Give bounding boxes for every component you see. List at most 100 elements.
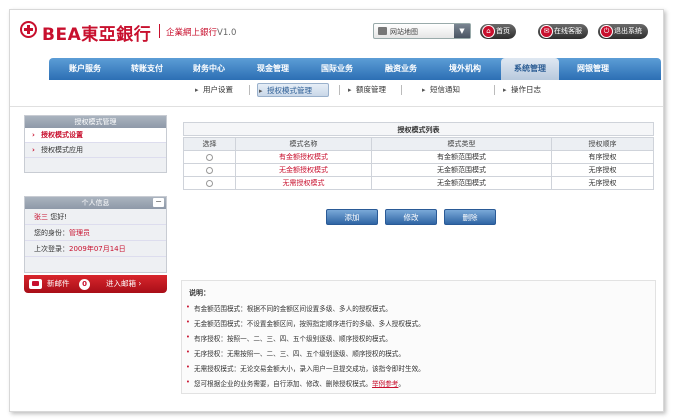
note-text: 。 bbox=[398, 380, 405, 388]
note-item: 无金额范围模式：不设置金额区间，按照指定顺序进行的多级、多人授权模式。 bbox=[186, 318, 425, 328]
auth-mode-table: 选择 模式名称 模式类型 授权顺序 有金额授权模式 有金额范围模式 有序授权 无… bbox=[183, 137, 654, 190]
sidebar-item-auth-apply[interactable]: 授权模式应用 bbox=[25, 143, 166, 158]
chevron-down-icon[interactable]: ▼ bbox=[454, 24, 470, 38]
enter-mailbox-link[interactable]: 进入邮箱 › bbox=[106, 275, 141, 293]
mail-label: 新邮件 bbox=[47, 279, 70, 288]
table-row: 无需授权模式 无金额范围模式 无序授权 bbox=[183, 176, 654, 190]
user-role: 您的身份：管理员 bbox=[25, 225, 166, 241]
select-radio[interactable] bbox=[206, 153, 213, 161]
logout-label: 退出系统 bbox=[614, 27, 642, 35]
mail-count-badge: 0 bbox=[79, 279, 90, 290]
sub-nav: 用户设置 授权模式管理 额度管理 短信通知 操作日志 bbox=[49, 80, 661, 100]
sidebar-menu: 授权模式管理 授权模式设置 授权模式应用 bbox=[24, 115, 167, 173]
table-row: 有金额授权模式 有金额范围模式 有序授权 bbox=[183, 150, 654, 164]
subnav-limit[interactable]: 额度管理 bbox=[347, 83, 386, 97]
greeting-text: 您好! bbox=[50, 213, 68, 221]
subnav-divider bbox=[401, 85, 402, 95]
sidebar-item-auth-setting[interactable]: 授权模式设置 bbox=[25, 128, 166, 143]
nav-item-finance[interactable]: 财务中心 bbox=[181, 58, 237, 80]
table-header-row: 选择 模式名称 模式类型 授权顺序 bbox=[183, 137, 654, 151]
mode-name-cell: 无需授权模式 bbox=[235, 176, 372, 190]
last-login-value: 2009年07月14日 bbox=[69, 245, 126, 253]
notes-panel: 说明： 有金额范围模式：根据不同的金额区间设置多级、多人的授权模式。 无金额范围… bbox=[181, 280, 656, 394]
user-name: 张三 bbox=[34, 213, 48, 221]
home-button[interactable]: ⌂ 首页 bbox=[480, 24, 516, 39]
home-label: 首页 bbox=[496, 27, 510, 35]
online-service-button[interactable]: ✉ 在线客服 bbox=[538, 24, 588, 39]
mode-type-cell: 无金额范围模式 bbox=[371, 163, 552, 177]
mode-name-cell: 无金额授权模式 bbox=[235, 163, 372, 177]
col-header-select: 选择 bbox=[183, 137, 236, 151]
select-radio[interactable] bbox=[206, 166, 213, 174]
sitemap-icon bbox=[378, 27, 387, 35]
col-header-type: 模式类型 bbox=[371, 137, 552, 151]
subnav-user-settings[interactable]: 用户设置 bbox=[194, 83, 233, 97]
main-nav: 账户服务 转账支付 财务中心 现金管理 国际业务 融资业务 境外机构 系统管理 … bbox=[49, 58, 661, 80]
last-login-label: 上次登录： bbox=[34, 245, 69, 253]
home-icon: ⌂ bbox=[482, 25, 495, 38]
add-button[interactable]: 添加 bbox=[326, 209, 378, 225]
mode-type-cell: 无金额范围模式 bbox=[371, 176, 552, 190]
role-value: 管理员 bbox=[69, 229, 90, 237]
nav-item-transfer[interactable]: 转账支付 bbox=[119, 58, 175, 80]
select-cell bbox=[183, 176, 236, 190]
nav-item-financing[interactable]: 融资业务 bbox=[373, 58, 429, 80]
mode-type-cell: 有金额范围模式 bbox=[371, 150, 552, 164]
subnav-divider bbox=[339, 85, 340, 95]
browser-frame: BEA東亞銀行 企業網上銀行V1.0 网站地图 ▼ ⌂ 首页 ✉ 在线客服 ⏻ … bbox=[9, 9, 664, 412]
minimize-icon[interactable]: − bbox=[153, 198, 164, 207]
subtitle-text: 企業網上銀行 bbox=[166, 28, 218, 38]
delete-button[interactable]: 删除 bbox=[444, 209, 496, 225]
greeting: 张三 您好! bbox=[25, 209, 166, 225]
notes-title: 说明： bbox=[189, 289, 210, 297]
mode-name-cell: 有金额授权模式 bbox=[235, 150, 372, 164]
bea-logo-icon bbox=[20, 21, 37, 38]
col-header-order: 授权顺序 bbox=[551, 137, 654, 151]
note-item: 无需授权模式：无论交易金额大小，录入用户一旦提交成功，该指令即时生效。 bbox=[186, 363, 425, 373]
personal-info-title: 个人信息 − bbox=[25, 197, 166, 209]
personal-info-panel: 个人信息 − 张三 您好! 您的身份：管理员 上次登录：2009年07月14日 bbox=[24, 196, 167, 273]
auth-order-cell: 无序授权 bbox=[551, 163, 654, 177]
logout-button[interactable]: ⏻ 退出系统 bbox=[598, 24, 648, 39]
example-link[interactable]: 举例参考 bbox=[372, 380, 398, 388]
brand-divider bbox=[159, 24, 160, 38]
note-item: 无序授权：无需按照一、二、三、四、五个级别逐级、顺序授权的模式。 bbox=[186, 348, 405, 358]
online-service-label: 在线客服 bbox=[554, 27, 582, 35]
nav-item-system[interactable]: 系统管理 bbox=[501, 58, 559, 80]
nav-item-overseas[interactable]: 境外机构 bbox=[437, 58, 493, 80]
brand-subtitle: 企業網上銀行V1.0 bbox=[166, 26, 236, 38]
brand-name: BEA東亞銀行 bbox=[42, 25, 152, 45]
table-title: 授权模式列表 bbox=[183, 122, 654, 136]
sitemap-dropdown[interactable]: 网站地图 ▼ bbox=[373, 23, 471, 39]
select-cell bbox=[183, 163, 236, 177]
content-divider bbox=[10, 106, 663, 107]
note-text: 您可根据企业的业务需要，自行添加、修改、删除授权模式。 bbox=[194, 380, 373, 388]
subnav-sms[interactable]: 短信通知 bbox=[421, 83, 460, 97]
note-item: 有金额范围模式：根据不同的金额区间设置多级、多人的授权模式。 bbox=[186, 303, 392, 313]
personal-info-title-text: 个人信息 bbox=[81, 199, 110, 207]
table-row: 无金额授权模式 无金额范围模式 无序授权 bbox=[183, 163, 654, 177]
subnav-log[interactable]: 操作日志 bbox=[502, 83, 541, 97]
subnav-divider bbox=[494, 85, 495, 95]
power-icon: ⏻ bbox=[600, 25, 613, 38]
envelope-icon bbox=[29, 279, 42, 289]
select-radio[interactable] bbox=[206, 179, 213, 187]
subnav-divider bbox=[249, 85, 250, 95]
mail-bar[interactable]: 新邮件 0 进入邮箱 › bbox=[24, 275, 167, 293]
last-login: 上次登录：2009年07月14日 bbox=[25, 241, 166, 257]
chat-icon: ✉ bbox=[540, 25, 553, 38]
role-label: 您的身份： bbox=[34, 229, 69, 237]
auth-order-cell: 无序授权 bbox=[551, 176, 654, 190]
nav-item-account[interactable]: 账户服务 bbox=[57, 58, 113, 80]
header: BEA東亞銀行 企業網上銀行V1.0 网站地图 ▼ ⌂ 首页 ✉ 在线客服 ⏻ … bbox=[10, 10, 663, 56]
nav-item-cash[interactable]: 现金管理 bbox=[245, 58, 301, 80]
auth-order-cell: 有序授权 bbox=[551, 150, 654, 164]
note-item: 您可根据企业的业务需要，自行添加、修改、删除授权模式。举例参考。 bbox=[186, 378, 405, 388]
sitemap-label: 网站地图 bbox=[390, 28, 418, 36]
subnav-auth-mode[interactable]: 授权模式管理 bbox=[257, 83, 329, 98]
nav-item-international[interactable]: 国际业务 bbox=[309, 58, 365, 80]
col-header-name: 模式名称 bbox=[235, 137, 372, 151]
edit-button[interactable]: 修改 bbox=[385, 209, 437, 225]
note-item: 有序授权：按照一、二、三、四、五个级别逐级、顺序授权的模式。 bbox=[186, 333, 392, 343]
nav-item-ebank[interactable]: 网银管理 bbox=[565, 58, 621, 80]
